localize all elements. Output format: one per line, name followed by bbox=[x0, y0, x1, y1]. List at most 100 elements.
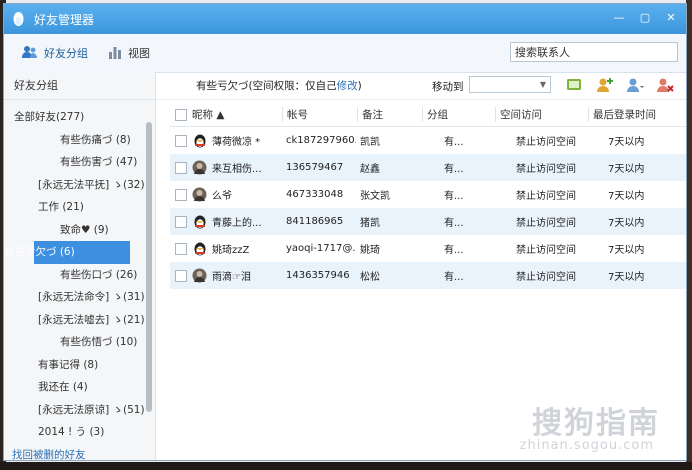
table-row[interactable]: 薄荷微凉 * ck187297960... 凯凯 有... 禁止访问空间 7天以内 bbox=[170, 127, 686, 154]
group-item[interactable]: 我还在 (4) bbox=[4, 376, 144, 399]
group-item[interactable]: 有些伤口づ (26) bbox=[4, 264, 144, 287]
group-item[interactable]: 2014 ! う (3) bbox=[4, 421, 144, 444]
last-login-cell: 7天以内 bbox=[608, 191, 645, 202]
group-item[interactable]: 有事记得 (8) bbox=[4, 354, 144, 377]
close-icon[interactable]: ✕ bbox=[664, 11, 678, 25]
group-item[interactable]: [永远无法原谅] ゝ(51) bbox=[4, 399, 145, 422]
nickname-cell: 雨滴☞泪 bbox=[212, 272, 251, 283]
group-cell: 有... bbox=[444, 218, 464, 229]
sogou-watermark: 搜狗指南 zhinan.sogou.com bbox=[520, 398, 660, 453]
main-panel: 有些亏欠づ(空间权限：仅自己修改) 移动到 ▼ 昵称 ▲ 帐号 备注 分组 空间… bbox=[156, 72, 686, 460]
group-cell: 有... bbox=[444, 137, 464, 148]
delete-friend-icon[interactable] bbox=[656, 77, 674, 93]
column-note[interactable]: 备注 bbox=[357, 107, 422, 122]
avatar-icon bbox=[192, 187, 207, 202]
column-group[interactable]: 分组 bbox=[422, 107, 495, 122]
group-sidebar: 好友分组 全部好友(277) 有些伤痛づ (8) 有些伤害づ (47) [永远无法平抚… bbox=[4, 72, 156, 460]
friend-group-button[interactable]: 好友分组 bbox=[22, 45, 88, 62]
window-title: 好友管理器 bbox=[34, 12, 95, 27]
column-space-access[interactable]: 空间访问 bbox=[495, 107, 588, 122]
toolbar: 好友分组 视图 bbox=[4, 34, 686, 73]
group-permission-text: 有些亏欠づ(空间权限：仅自己修改) bbox=[196, 78, 362, 93]
group-item[interactable]: [永远无法命令] ゝ(31) bbox=[4, 286, 145, 309]
note-cell: 姚琦 bbox=[360, 245, 380, 256]
table-header: 昵称 ▲ 帐号 备注 分组 空间访问 最后登录时间 bbox=[170, 103, 686, 127]
bar-chart-icon bbox=[108, 45, 122, 62]
last-login-cell: 7天以内 bbox=[608, 245, 645, 256]
view-button[interactable]: 视图 bbox=[108, 45, 150, 62]
last-login-cell: 7天以内 bbox=[608, 218, 645, 229]
watermark-text: 搜狗指南 bbox=[532, 406, 660, 441]
group-item[interactable]: 有些伤痛づ (8) bbox=[4, 129, 144, 152]
last-login-cell: 7天以内 bbox=[608, 137, 645, 148]
search-input[interactable] bbox=[510, 42, 678, 62]
add-friend-icon[interactable] bbox=[596, 77, 614, 93]
group-cell: 有... bbox=[444, 245, 464, 256]
group-item[interactable]: 全部好友(277) bbox=[4, 106, 144, 129]
avatar-icon bbox=[192, 268, 207, 283]
friend-group-label: 好友分组 bbox=[44, 47, 88, 60]
table-row[interactable]: 雨滴☞泪 1436357946 松松 有... 禁止访问空间 7天以内 bbox=[170, 262, 686, 289]
note-cell: 凯凯 bbox=[360, 137, 380, 148]
edit-permission-link[interactable]: 修改 bbox=[337, 80, 358, 92]
column-nickname[interactable]: 昵称 ▲ bbox=[192, 107, 282, 122]
last-login-cell: 7天以内 bbox=[608, 272, 645, 283]
group-item[interactable]: [永远无法嘘去] ゝ(21) bbox=[4, 309, 145, 332]
group-permission-label: 有些亏欠づ(空间权限：仅自己 bbox=[196, 80, 337, 92]
row-checkbox[interactable] bbox=[175, 215, 187, 228]
last-login-cell: 7天以内 bbox=[608, 164, 645, 175]
nickname-cell: 来互相伤... bbox=[212, 164, 262, 175]
group-cell: 有... bbox=[444, 191, 464, 202]
space-access-cell: 禁止访问空间 bbox=[516, 218, 576, 229]
recover-deleted-friends-link[interactable]: 找回被删的好友 bbox=[12, 447, 86, 460]
account-cell: 467333048 bbox=[286, 189, 344, 200]
space-access-cell: 禁止访问空间 bbox=[516, 245, 576, 256]
background-bottom bbox=[0, 462, 692, 470]
send-message-icon[interactable] bbox=[566, 77, 584, 93]
nickname-cell: 姚琦zzZ bbox=[212, 245, 250, 256]
table-row[interactable]: 姚琦zzZ yaoqi-1717@... 姚琦 有... 禁止访问空间 7天以内 bbox=[170, 235, 686, 262]
group-item[interactable]: 工作 (21) bbox=[4, 196, 144, 219]
group-item[interactable]: 有些亏欠づ (6) bbox=[4, 241, 130, 264]
group-item[interactable]: 有些伤悟づ (10) bbox=[4, 331, 144, 354]
note-cell: 赵鑫 bbox=[360, 164, 380, 175]
row-checkbox[interactable] bbox=[175, 134, 187, 147]
row-checkbox[interactable] bbox=[175, 269, 187, 282]
avatar-icon bbox=[192, 241, 207, 256]
note-cell: 松松 bbox=[360, 272, 380, 283]
group-item[interactable]: [永远无法平抚] ゝ(32) bbox=[4, 174, 145, 197]
account-cell: 136579467 bbox=[286, 162, 344, 173]
group-info-bar: 有些亏欠づ(空间权限：仅自己修改) 移动到 ▼ bbox=[156, 72, 686, 100]
column-last-login[interactable]: 最后登录时间 bbox=[588, 107, 686, 122]
move-to-select[interactable]: ▼ bbox=[469, 76, 551, 93]
move-to-label: 移动到 bbox=[432, 81, 464, 93]
group-item[interactable]: 有些伤害づ (47) bbox=[4, 151, 144, 174]
group-item[interactable]: 致命♥ (9) bbox=[4, 219, 144, 242]
space-access-cell: 禁止访问空间 bbox=[516, 272, 576, 283]
sidebar-scrollbar[interactable] bbox=[146, 122, 152, 412]
row-checkbox[interactable] bbox=[175, 161, 187, 174]
friend-table: 昵称 ▲ 帐号 备注 分组 空间访问 最后登录时间 薄荷微凉 * ck187297… bbox=[170, 103, 686, 289]
title-bar: 好友管理器 — ▢ ✕ bbox=[4, 4, 686, 34]
table-row[interactable]: 么爷 467333048 张文凯 有... 禁止访问空间 7天以内 bbox=[170, 181, 686, 208]
row-checkbox[interactable] bbox=[175, 242, 187, 255]
friend-options-icon[interactable] bbox=[626, 77, 644, 93]
minimize-icon[interactable]: — bbox=[612, 11, 626, 25]
watermark-url: zhinan.sogou.com bbox=[519, 438, 654, 453]
group-cell: 有... bbox=[444, 272, 464, 283]
select-all-checkbox[interactable] bbox=[175, 108, 187, 121]
account-cell: yaoqi-1717@... bbox=[286, 243, 356, 254]
qq-penguin-icon bbox=[12, 10, 28, 28]
account-cell: ck187297960... bbox=[286, 135, 356, 146]
avatar-icon bbox=[192, 160, 207, 175]
table-row[interactable]: 青藤上的... 841186965 猪凯 有... 禁止访问空间 7天以内 bbox=[170, 208, 686, 235]
account-cell: 841186965 bbox=[286, 216, 344, 227]
maximize-icon[interactable]: ▢ bbox=[638, 11, 652, 25]
dropdown-arrow-icon: ▼ bbox=[539, 80, 546, 89]
note-cell: 猪凯 bbox=[360, 218, 380, 229]
row-checkbox[interactable] bbox=[175, 188, 187, 201]
column-account[interactable]: 帐号 bbox=[282, 107, 357, 122]
selected-group-label: 有些亏欠づ (6) bbox=[4, 246, 75, 258]
table-row[interactable]: 来互相伤... 136579467 赵鑫 有... 禁止访问空间 7天以内 bbox=[170, 154, 686, 181]
group-permission-close: ) bbox=[357, 80, 362, 92]
